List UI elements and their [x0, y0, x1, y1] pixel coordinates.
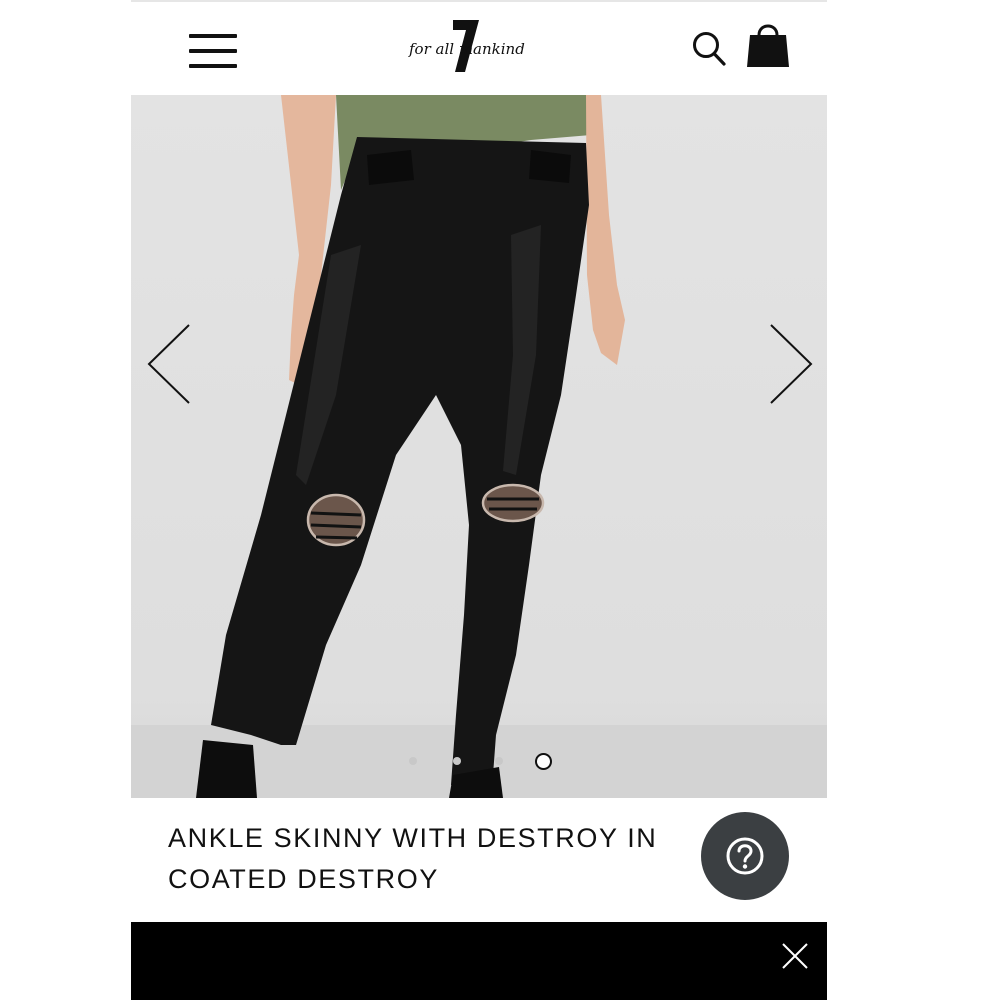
chevron-left-icon[interactable] [141, 315, 201, 415]
site-header: for all mankind [131, 2, 827, 95]
product-title: ANKLE SKINNY WITH DESTROY IN COATED DEST… [168, 823, 658, 894]
product-info: ANKLE SKINNY WITH DESTROY IN COATED DEST… [131, 798, 827, 922]
hamburger-menu-icon[interactable] [189, 32, 237, 70]
seven-mark-icon: for all mankind [408, 20, 525, 72]
product-photo [131, 95, 827, 798]
product-image-gallery[interactable] [131, 95, 827, 798]
question-mark-icon [726, 837, 764, 875]
brand-logo[interactable]: for all mankind [401, 16, 561, 80]
gallery-dot-active[interactable] [535, 753, 552, 770]
gallery-dot[interactable] [453, 757, 461, 765]
gallery-dot[interactable] [409, 757, 417, 765]
brand-wordmark: for all mankind [408, 40, 525, 58]
shopping-bag-icon[interactable] [745, 20, 791, 70]
chevron-right-icon[interactable] [761, 315, 821, 415]
mobile-page: for all mankind ANKLE SKINNY WITH DESTRO… [131, 0, 827, 1000]
promo-bar [131, 922, 827, 1000]
gallery-pagination [131, 753, 827, 770]
close-icon[interactable] [779, 940, 811, 972]
search-icon[interactable] [691, 28, 727, 68]
help-button[interactable] [701, 812, 789, 900]
gallery-dot[interactable] [495, 757, 503, 765]
